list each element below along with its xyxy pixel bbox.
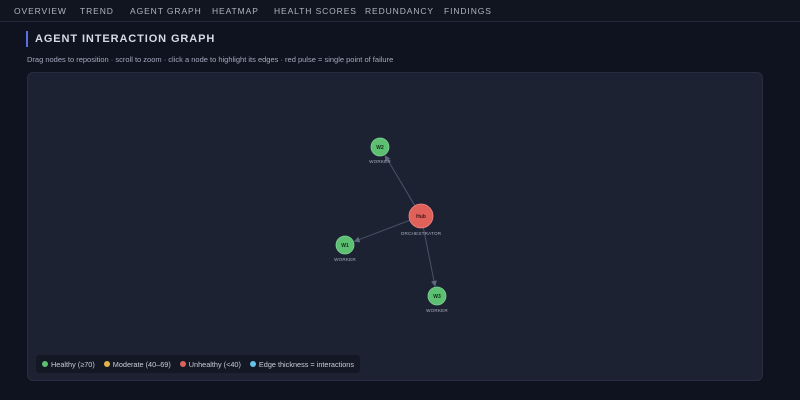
node-role-w3: WORKER [426, 308, 448, 313]
tab-agent-graph[interactable]: AGENT GRAPH [130, 6, 202, 16]
node-label-w2: W2 [376, 145, 384, 151]
legend-label-moderate: Moderate (40–69) [112, 359, 171, 369]
healthy-dot-icon [42, 361, 48, 367]
section-title: AGENT INTERACTION GRAPH [35, 33, 216, 45]
node-role-hub: ORCHESTRATOR [401, 231, 442, 236]
edge-hub-w3 [422, 227, 437, 287]
unhealthy-dot-icon [179, 361, 186, 367]
tab-trend[interactable]: TREND [80, 6, 114, 16]
node-w2[interactable]: W2 WORKER [369, 137, 391, 164]
section-header: AGENT INTERACTION GRAPH [26, 31, 215, 47]
graph-instructions: Drag nodes to reposition · scroll to zoo… [27, 55, 394, 64]
top-navigation: OVERVIEW TREND AGENT GRAPH HEATMAP HEALT… [0, 0, 800, 22]
tab-health-scores[interactable]: HEALTH SCORES [274, 6, 357, 16]
node-label-hub: Hub [416, 214, 426, 220]
node-label-w1: W1 [341, 243, 349, 249]
node-layer: W2 WORKER Hub ORCHESTRATOR W1 WORKER W3 WORKER [334, 137, 448, 313]
node-label-w3: W3 [433, 294, 441, 300]
tab-redundancy[interactable]: REDUNDANCY [365, 6, 434, 16]
node-role-w2: WORKER [369, 159, 391, 164]
graph-legend: Healthy (≥70) Moderate (40–69) Unhealthy… [36, 355, 361, 373]
legend-item-healthy: Healthy (≥70) [42, 360, 95, 369]
legend-item-moderate: Moderate (40–69) [103, 359, 171, 369]
legend-label-edge: Edge thickness = interactions [258, 359, 355, 369]
legend-item-edge: Edge thickness = interactions [249, 359, 355, 369]
tab-findings[interactable]: FINDINGS [444, 6, 492, 16]
node-w1[interactable]: W1 WORKER [334, 235, 356, 262]
node-role-w1: WORKER [334, 257, 356, 262]
legend-item-unhealthy: Unhealthy (<40) [179, 359, 241, 369]
edge-dot-icon [249, 361, 256, 367]
moderate-dot-icon [103, 361, 110, 367]
tab-heatmap[interactable]: HEATMAP [212, 6, 259, 16]
legend-label-unhealthy: Unhealthy (<40) [188, 359, 241, 369]
tab-overview[interactable]: OVERVIEW [14, 6, 67, 16]
node-w3[interactable]: W3 WORKER [426, 286, 448, 313]
node-hub[interactable]: Hub ORCHESTRATOR [401, 203, 442, 236]
agent-graph-panel[interactable]: W2 WORKER Hub ORCHESTRATOR W1 WORKER W3 WORKER … [27, 72, 763, 381]
graph-canvas[interactable]: W2 WORKER Hub ORCHESTRATOR W1 WORKER W3 WORKER [28, 73, 763, 381]
legend-label-healthy: Healthy (≥70) [51, 359, 95, 369]
